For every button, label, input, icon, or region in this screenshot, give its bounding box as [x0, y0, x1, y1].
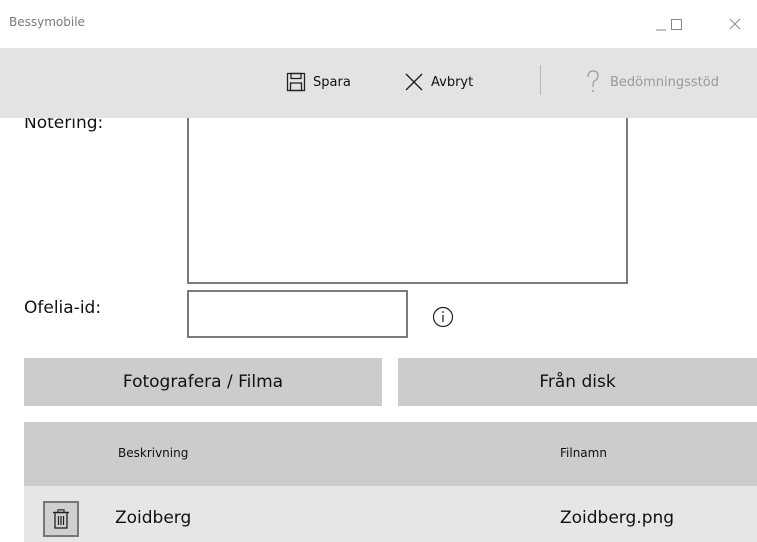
maximize-icon	[671, 19, 682, 30]
delete-button[interactable]	[43, 501, 79, 537]
photo-button[interactable]: Fotografera / Filma	[24, 358, 382, 406]
row-filename: Zoidberg.png	[560, 508, 675, 528]
trash-icon	[53, 509, 69, 529]
cancel-icon	[405, 73, 423, 91]
table-row[interactable]: Zoidberg Zoidberg.png	[24, 486, 757, 542]
help-label: Bedömningsstöd	[610, 74, 719, 90]
app-title: Bessymobile	[9, 15, 85, 29]
save-icon	[286, 72, 306, 92]
row-description: Zoidberg	[115, 508, 192, 528]
info-button[interactable]	[432, 306, 454, 332]
help-button[interactable]: Bedömningsstöd	[586, 68, 719, 96]
help-icon	[587, 70, 599, 92]
ofelia-label: Ofelia-id:	[24, 298, 102, 318]
note-textarea[interactable]	[187, 108, 628, 284]
save-label: Spara	[313, 74, 351, 90]
grid-header: Beskrivning Filnamn	[24, 422, 757, 486]
cancel-button[interactable]: Avbryt	[404, 68, 473, 96]
cancel-label: Avbryt	[431, 74, 474, 90]
close-icon	[729, 18, 741, 30]
command-bar: Spara Avbryt Bedömningsstöd	[0, 48, 757, 118]
close-button[interactable]	[713, 8, 757, 40]
column-header-description[interactable]: Beskrivning	[118, 446, 188, 460]
ofelia-id-input[interactable]	[187, 290, 408, 338]
toolbar-separator	[540, 65, 541, 95]
title-bar: Bessymobile	[0, 0, 757, 48]
maximize-button[interactable]	[654, 8, 698, 40]
save-button[interactable]: Spara	[286, 68, 351, 96]
column-header-filename[interactable]: Filnamn	[560, 446, 607, 460]
info-icon	[432, 306, 454, 328]
from-disk-button[interactable]: Från disk	[398, 358, 757, 406]
